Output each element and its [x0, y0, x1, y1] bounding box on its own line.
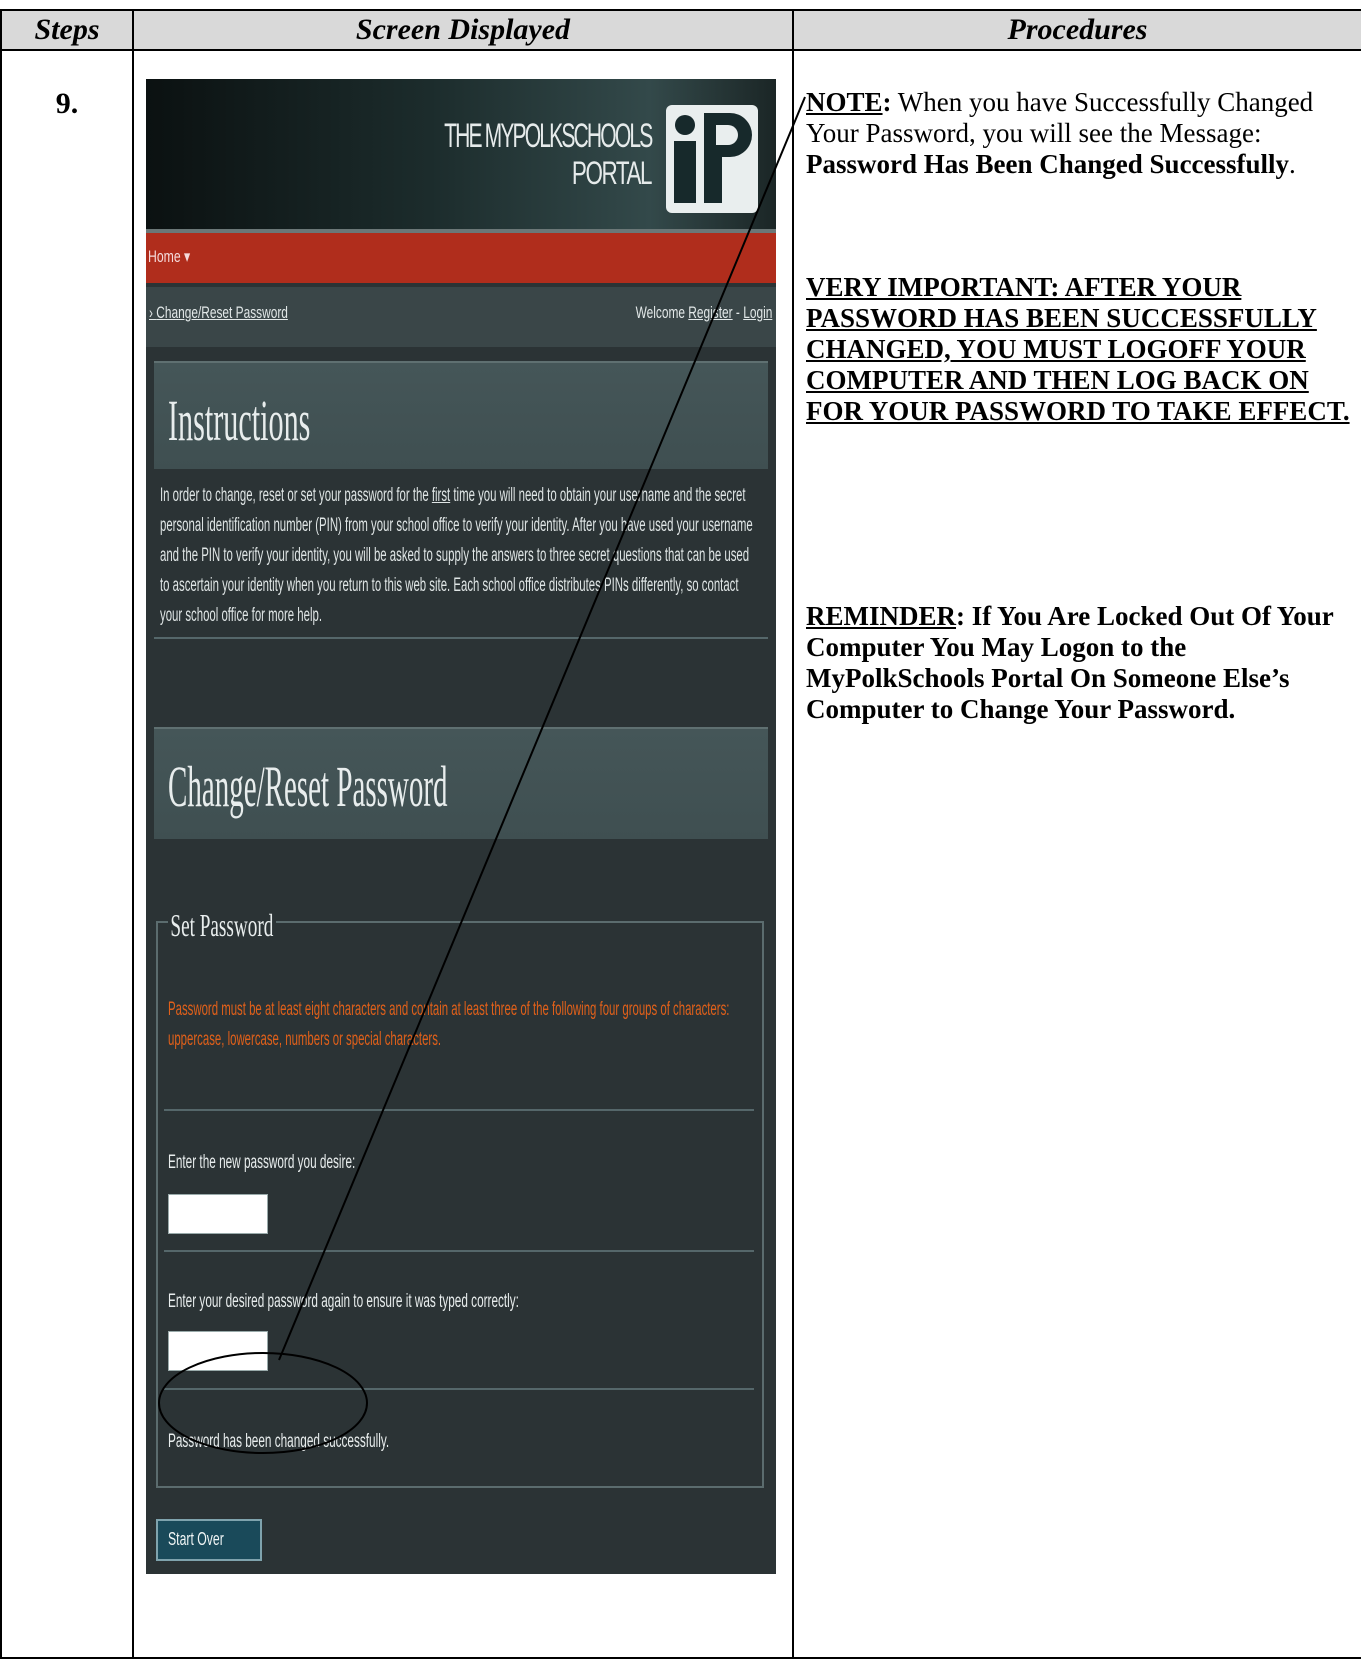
step-number: 9. [0, 49, 134, 1659]
set-password-legend: Set Password [168, 907, 276, 944]
change-password-panel: Change/Reset Password [154, 727, 768, 839]
breadcrumb[interactable]: › Change/Reset Password [149, 303, 288, 323]
new-password-label: Enter the new password you desire: [168, 1152, 356, 1173]
portal-screenshot: THE MYPOLKSCHOOLS PORTAL Home ▾ › Change… [146, 79, 776, 1574]
instructions-text: In order to change, reset or set your pa… [160, 485, 753, 626]
nav-home[interactable]: Home ▾ [148, 247, 190, 267]
new-password-input[interactable] [168, 1194, 268, 1234]
header-procedures: Procedures [792, 9, 1361, 51]
login-link[interactable]: Login [743, 303, 772, 322]
confirm-password-input[interactable] [168, 1331, 268, 1371]
portal-logo-icon [666, 105, 758, 213]
set-password-fieldset: Set Password Password must be at least e… [156, 907, 764, 1488]
start-over-button[interactable]: Start Over [156, 1519, 263, 1561]
breadcrumb-bar: › Change/Reset Password Welcome Register… [146, 287, 776, 347]
success-message: Password has been changed successfully. [168, 1431, 390, 1452]
brand-line-2: PORTAL [571, 155, 653, 191]
instructions-title: Instructions [168, 388, 311, 453]
note-paragraph: NOTE: When you have Successfully Changed… [806, 87, 1314, 179]
nav-bar: Home ▾ [146, 233, 776, 283]
brand-line-1: THE MYPOLKSCHOOLS [443, 117, 653, 155]
password-requirement: Password must be at least eight characte… [168, 999, 730, 1050]
confirm-password-label: Enter your desired password again to ens… [168, 1291, 519, 1312]
header-screen-displayed: Screen Displayed [132, 9, 794, 51]
header-steps: Steps [0, 9, 134, 51]
instructions-panel: Instructions [154, 361, 768, 469]
change-password-title: Change/Reset Password [168, 754, 448, 819]
register-link[interactable]: Register [688, 303, 732, 322]
welcome-links: Welcome Register - Login [635, 303, 772, 322]
reminder-paragraph: REMINDER: If You Are Locked Out Of Your … [806, 601, 1334, 724]
important-paragraph: VERY IMPORTANT: AFTER YOUR PASSWORD HAS … [806, 272, 1350, 426]
portal-header: THE MYPOLKSCHOOLS PORTAL [146, 79, 776, 229]
